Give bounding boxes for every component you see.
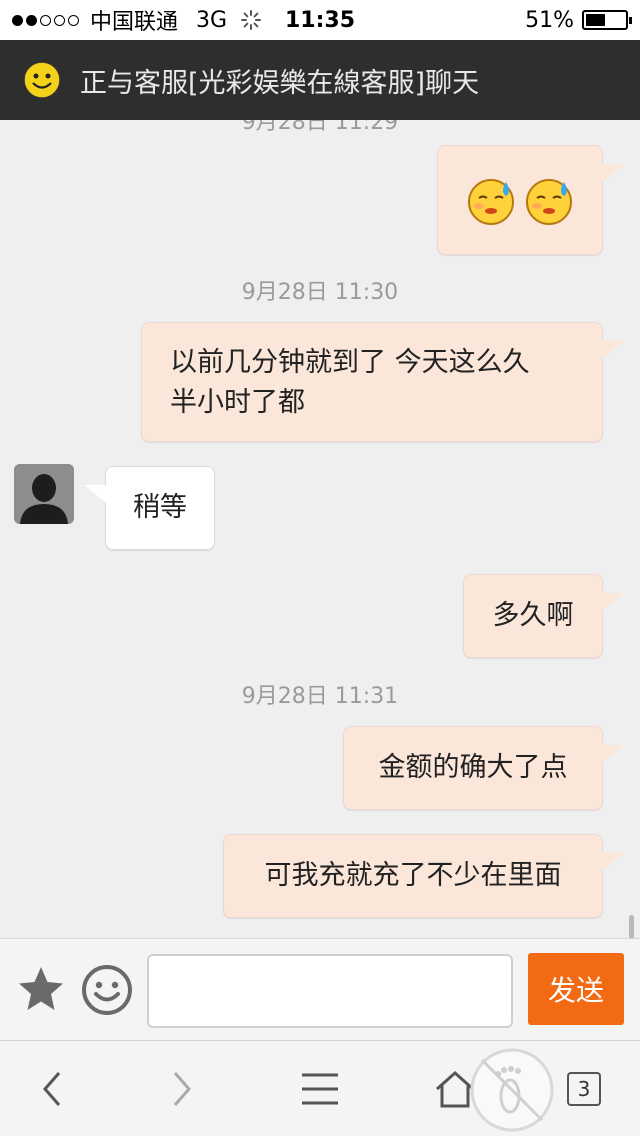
message-bubble-outgoing[interactable] bbox=[437, 145, 624, 255]
message-input-bar: 发送 bbox=[0, 938, 640, 1040]
battery-percent: 51% bbox=[525, 7, 574, 33]
activity-spinner-icon bbox=[241, 10, 262, 30]
message-timestamp: 9月28日 11:31 bbox=[241, 684, 399, 709]
chat-messages[interactable]: 9月28日 11:29 9月28日 11:30 以前几分钟就到了 今天这么久 半… bbox=[0, 120, 640, 938]
battery-fill bbox=[586, 14, 606, 26]
chat-title: 正与客服[光彩娱樂在線客服]聊天 bbox=[80, 67, 480, 99]
message-text: 金额的确大了点 bbox=[378, 752, 568, 783]
message-text: 多久啊 bbox=[492, 600, 574, 631]
smiley-face-icon bbox=[23, 61, 61, 99]
menu-icon bbox=[302, 1073, 338, 1105]
network-type: 3G bbox=[196, 7, 228, 33]
default-user-icon bbox=[14, 464, 74, 524]
star-icon[interactable] bbox=[15, 963, 67, 1015]
battery-icon bbox=[582, 10, 632, 30]
signal-dot bbox=[40, 14, 51, 26]
tab-count: 3 bbox=[567, 1072, 601, 1106]
sweating-smiley-icon bbox=[526, 179, 572, 225]
message-input[interactable] bbox=[147, 954, 513, 1028]
signal-dot bbox=[54, 14, 65, 26]
tabs-button[interactable]: 3 bbox=[554, 1061, 614, 1117]
message-bubble-outgoing[interactable]: 多久啊 bbox=[463, 574, 624, 658]
carrier-name: 中国联通 bbox=[90, 10, 179, 35]
message-timestamp: 9月28日 11:30 bbox=[241, 280, 399, 305]
message-text: 可我充就充了不少在里面 bbox=[264, 860, 562, 891]
message-text-line: 半小时了都 bbox=[170, 387, 305, 418]
status-bar: 中国联通 3G 11:35 51% bbox=[0, 0, 640, 40]
timestamp-cut-off: 9月28日 11:29 bbox=[241, 120, 399, 135]
message-text-line: 以前几分钟就到了 今天这么久 bbox=[170, 347, 530, 378]
message-bubble-outgoing[interactable]: 以前几分钟就到了 今天这么久 半小时了都 bbox=[141, 322, 624, 442]
message-bubble-incoming[interactable]: 稍等 bbox=[84, 466, 215, 550]
sweating-smiley-icon bbox=[468, 179, 514, 225]
signal-dot bbox=[12, 14, 23, 26]
signal-dot bbox=[26, 14, 37, 26]
chat-header: 正与客服[光彩娱樂在線客服]聊天 bbox=[0, 40, 640, 120]
message-bubble-outgoing[interactable]: 金额的确大了点 bbox=[343, 726, 624, 810]
message-text: 稍等 bbox=[133, 492, 187, 523]
back-button[interactable] bbox=[22, 1061, 82, 1117]
footprint-icon[interactable] bbox=[468, 1046, 556, 1134]
forward-button[interactable] bbox=[152, 1061, 212, 1117]
agent-avatar[interactable] bbox=[14, 464, 74, 524]
battery-status: 51% bbox=[525, 7, 632, 33]
smiley-icon[interactable] bbox=[80, 963, 134, 1017]
signal-dot bbox=[68, 14, 79, 26]
forward-arrow-icon bbox=[173, 1072, 191, 1106]
menu-button[interactable] bbox=[290, 1061, 350, 1117]
back-arrow-icon bbox=[43, 1072, 61, 1106]
signal-strength bbox=[12, 14, 82, 26]
message-bubble-outgoing[interactable]: 可我充就充了不少在里面 bbox=[223, 834, 624, 918]
send-button[interactable]: 发送 bbox=[528, 953, 624, 1025]
